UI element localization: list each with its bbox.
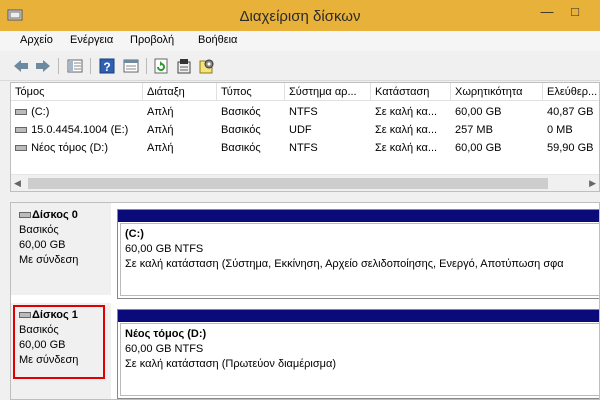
column-header-volume[interactable]: Τόμος (11, 83, 143, 101)
menu-file[interactable]: Αρχείο (20, 34, 53, 46)
svg-text:?: ? (103, 60, 110, 74)
column-header-status[interactable]: Κατάσταση (371, 83, 451, 101)
scrollbar-thumb[interactable] (28, 178, 548, 189)
disk-type: Βασικός (19, 224, 59, 236)
type-cell: Βασικός (221, 142, 261, 154)
free-space-cell: 0 MB (547, 124, 573, 136)
type-cell: Βασικός (221, 106, 261, 118)
layout-cell: Απλή (147, 124, 174, 136)
pane-splitter[interactable] (10, 193, 600, 202)
volume-name: Νέος τόμος (D:) (31, 142, 108, 154)
status-cell: Σε καλή κα... (375, 142, 438, 154)
maximize-button[interactable]: □ (562, 2, 588, 22)
partition-name: Νέος τόμος (D:) (125, 328, 207, 340)
table-row[interactable]: (C:) Απλή Βασικός NTFS Σε καλή κα... 60,… (11, 103, 599, 121)
capacity-cell: 60,00 GB (455, 142, 502, 154)
refresh-icon[interactable] (152, 57, 170, 75)
disk-status: Με σύνδεση (19, 254, 79, 266)
volume-cell: (C:) (11, 103, 143, 121)
volume-list-header: Τόμος Διάταξη Τύπος Σύστημα αρ... Κατάστ… (11, 83, 599, 101)
toolbar-separator (90, 58, 91, 74)
table-row[interactable]: Νέος τόμος (D:) Απλή Βασικός NTFS Σε καλ… (11, 139, 599, 157)
highlight-box (13, 305, 105, 379)
disk-row-0: Δίσκος 0 Βασικός 60,00 GB Με σύνδεση (C:… (11, 203, 599, 301)
filesystem-cell: NTFS (289, 142, 318, 154)
status-cell: Σε καλή κα... (375, 124, 438, 136)
partition-bar (118, 210, 599, 222)
drive-icon (15, 145, 27, 152)
disk-map: Δίσκος 0 Βασικός 60,00 GB Με σύνδεση (C:… (10, 202, 600, 400)
partition-body: (C:) 60,00 GB NTFS Σε καλή κατάσταση (Σύ… (120, 223, 599, 296)
status-cell: Σε καλή κα... (375, 106, 438, 118)
pane-icon[interactable] (66, 57, 84, 75)
layout-cell: Απλή (147, 106, 174, 118)
column-header-free[interactable]: Ελεύθερ... (543, 83, 599, 101)
menu-bar: Αρχείο Ενέργεια Προβολή Βοήθεια (0, 31, 600, 51)
free-space-cell: 59,90 GB (547, 142, 594, 154)
horizontal-scrollbar[interactable]: ◀ ▶ (11, 174, 599, 191)
partition-c[interactable]: (C:) 60,00 GB NTFS Σε καλή κατάσταση (Σύ… (117, 209, 599, 299)
volume-list: Τόμος Διάταξη Τύπος Σύστημα αρ... Κατάστ… (10, 82, 600, 192)
drive-icon (15, 127, 27, 134)
disk-management-window: Διαχείριση δίσκων — □ Αρχείο Ενέργεια Πρ… (0, 0, 600, 400)
table-row[interactable]: 15.0.4454.1004 (E:) Απλή Βασικός UDF Σε … (11, 121, 599, 139)
menu-action[interactable]: Ενέργεια (70, 34, 113, 46)
properties-icon[interactable] (122, 57, 140, 75)
partition-size: 60,00 GB NTFS (125, 343, 204, 355)
filesystem-cell: NTFS (289, 106, 318, 118)
properties-sheet-icon[interactable] (175, 57, 193, 75)
forward-arrow-icon[interactable] (34, 57, 52, 75)
menu-help[interactable]: Βοήθεια (198, 34, 237, 46)
capacity-cell: 257 MB (455, 124, 493, 136)
disk-label[interactable]: Δίσκος 0 Βασικός 60,00 GB Με σύνδεση (11, 203, 111, 295)
partition-status: Σε καλή κατάσταση (Πρωτεύον διαμέρισμα) (125, 358, 336, 370)
column-header-type[interactable]: Τύπος (217, 83, 285, 101)
help-icon[interactable]: ? (98, 57, 116, 75)
toolbar-separator (58, 58, 59, 74)
type-cell: Βασικός (221, 124, 261, 136)
disk-name: Δίσκος 0 (32, 209, 78, 221)
volume-name: 15.0.4454.1004 (E:) (31, 124, 129, 136)
partition-size: 60,00 GB NTFS (125, 243, 204, 255)
drive-icon (15, 109, 27, 116)
partition-bar (118, 310, 599, 322)
title-bar[interactable]: Διαχείριση δίσκων — □ (0, 0, 600, 31)
partition-d[interactable]: Νέος τόμος (D:) 60,00 GB NTFS Σε καλή κα… (117, 309, 599, 399)
layout-cell: Απλή (147, 142, 174, 154)
column-header-layout[interactable]: Διάταξη (143, 83, 217, 101)
partition-name: (C:) (125, 228, 144, 240)
window-title: Διαχείριση δίσκων (239, 8, 361, 25)
settings-icon[interactable] (198, 57, 216, 75)
menu-view[interactable]: Προβολή (130, 34, 174, 46)
partition-status: Σε καλή κατάσταση (Σύστημα, Εκκίνηση, Αρ… (125, 258, 564, 270)
toolbar: ? (0, 51, 600, 81)
free-space-cell: 40,87 GB (547, 106, 594, 118)
volume-cell: Νέος τόμος (D:) (11, 139, 143, 157)
scroll-right-icon[interactable]: ▶ (589, 178, 596, 189)
minimize-button[interactable]: — (534, 2, 560, 22)
back-arrow-icon[interactable] (12, 57, 30, 75)
disk-icon (19, 212, 31, 219)
volume-cell: 15.0.4454.1004 (E:) (11, 121, 143, 139)
filesystem-cell: UDF (289, 124, 312, 136)
scroll-left-icon[interactable]: ◀ (14, 178, 21, 189)
toolbar-separator (146, 58, 147, 74)
volume-name: (C:) (31, 106, 50, 118)
disk-size: 60,00 GB (19, 239, 66, 251)
column-header-filesystem[interactable]: Σύστημα αρ... (285, 83, 371, 101)
partition-body: Νέος τόμος (D:) 60,00 GB NTFS Σε καλή κα… (120, 323, 599, 396)
capacity-cell: 60,00 GB (455, 106, 502, 118)
column-header-capacity[interactable]: Χωρητικότητα (451, 83, 543, 101)
